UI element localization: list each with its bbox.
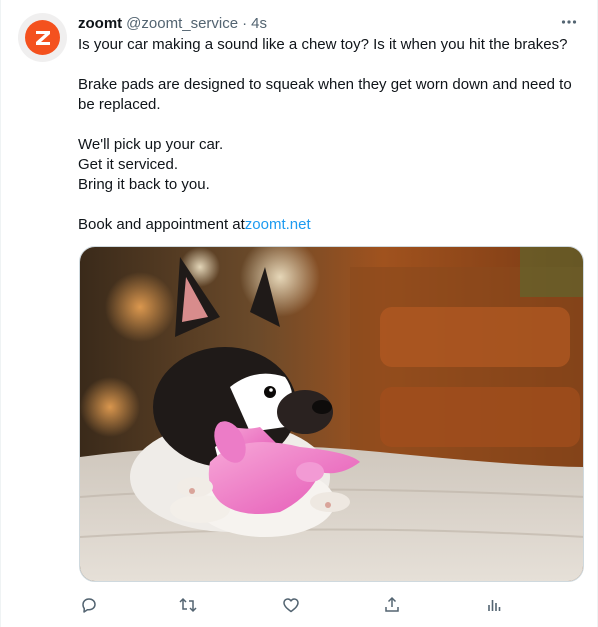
tweet-header: zoomt @zoomt_service · 4s <box>78 13 267 33</box>
zoomt-logo <box>25 20 60 55</box>
tweet-text: Is your car making a sound like a chew t… <box>78 35 578 235</box>
tweet-image[interactable] <box>79 246 584 582</box>
reply-icon <box>82 598 96 613</box>
share-button[interactable] <box>379 592 405 618</box>
share-icon <box>385 596 399 612</box>
avatar[interactable] <box>18 13 67 62</box>
more-icon <box>561 20 577 24</box>
display-name[interactable]: zoomt <box>78 15 122 32</box>
tweet-line: Brake pads are designed to squeak when t… <box>78 76 572 113</box>
retweet-icon <box>179 597 197 613</box>
dog-photo <box>80 247 583 581</box>
tweet-line-booking: Book and appointment atzoomt.net <box>78 215 578 235</box>
separator-dot: · <box>242 14 248 32</box>
tweet-card[interactable]: zoomt @zoomt_service · 4s Is your car ma… <box>0 0 598 627</box>
booking-text: Book and appointment at <box>78 216 245 233</box>
tweet-line: Bring it back to you. <box>78 176 210 193</box>
like-button[interactable] <box>278 592 304 618</box>
tweet-line: Get it serviced. <box>78 156 179 173</box>
timestamp[interactable]: 4s <box>251 15 267 32</box>
website-link[interactable]: zoomt.net <box>245 216 311 233</box>
z-logo-icon <box>35 30 50 45</box>
retweet-button[interactable] <box>175 592 201 618</box>
tweet-line: We'll pick up your car. <box>78 136 224 153</box>
reply-button[interactable] <box>76 592 102 618</box>
tweet-line: Is your car making a sound like a chew t… <box>78 36 568 53</box>
user-handle[interactable]: @zoomt_service <box>126 15 238 32</box>
tweet-actions <box>67 592 527 618</box>
analytics-icon <box>488 600 501 611</box>
analytics-button[interactable] <box>481 592 507 618</box>
heart-icon <box>283 598 299 613</box>
more-options-button[interactable] <box>559 12 579 32</box>
